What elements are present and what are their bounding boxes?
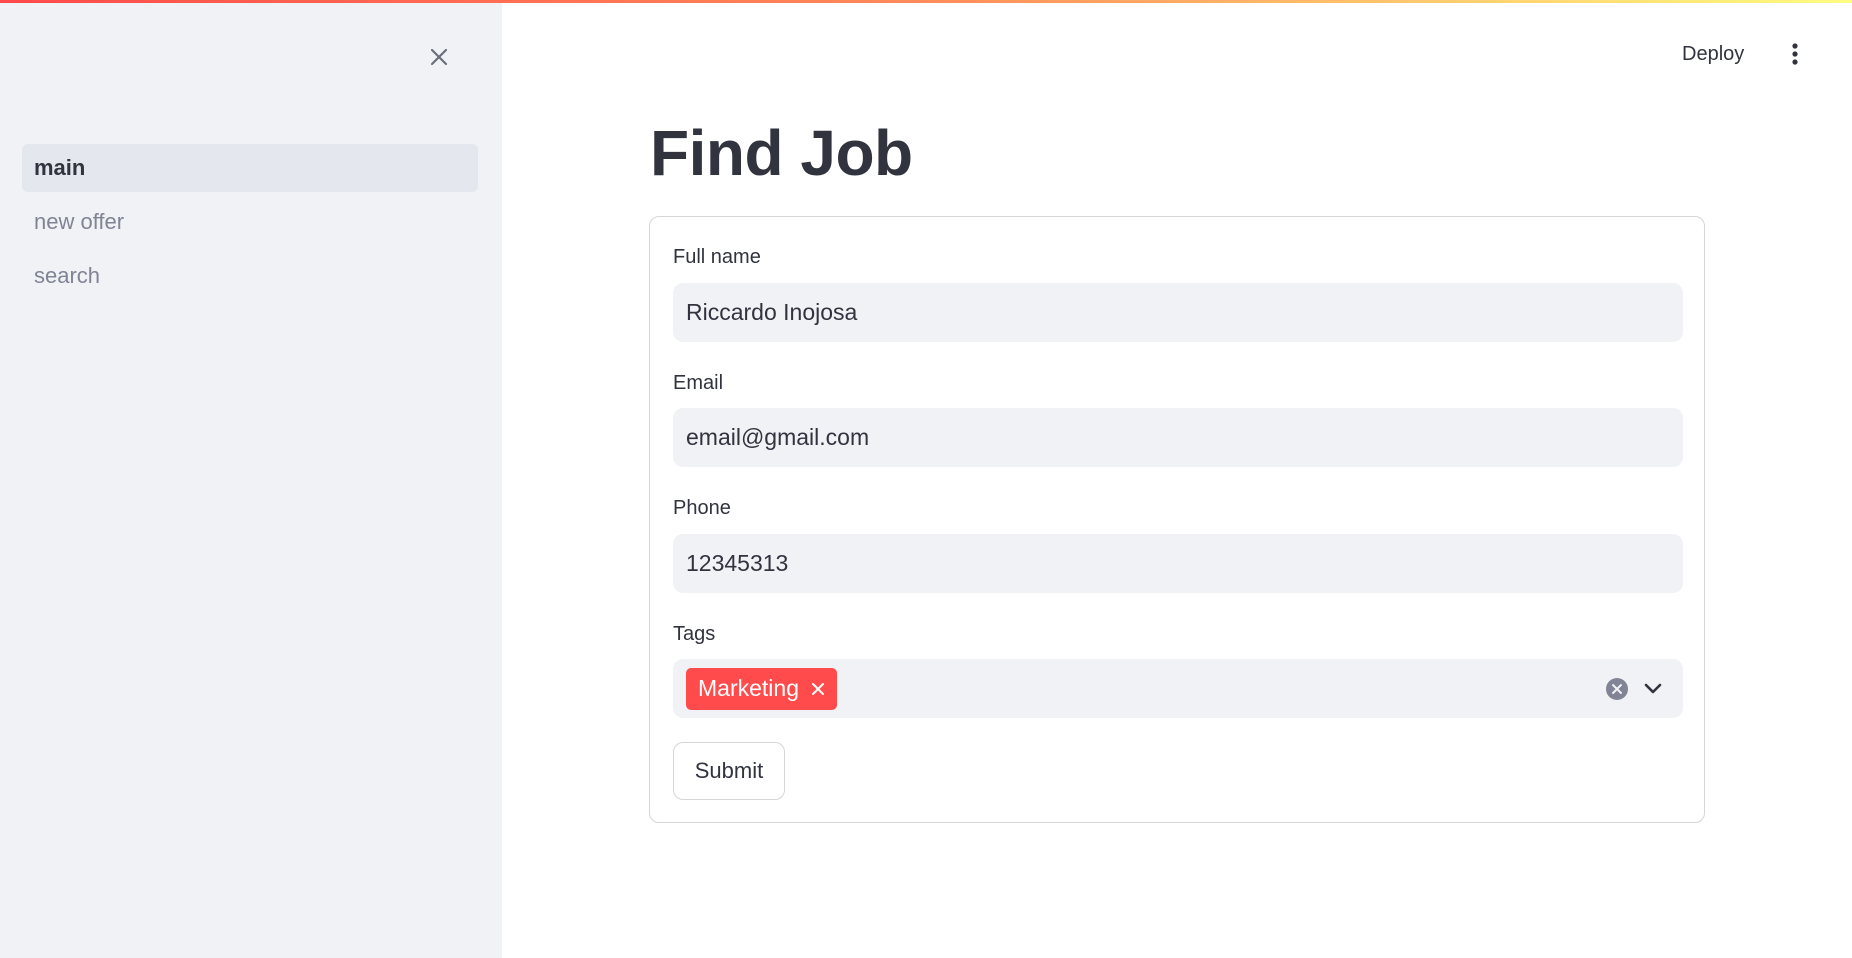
tags-label: Tags [673, 623, 716, 645]
page-title: Find Job [650, 117, 913, 189]
more-vertical-icon [1792, 43, 1798, 65]
full-name-label: Full name [673, 246, 761, 268]
full-name-input[interactable]: Riccardo Inojosa [673, 283, 1683, 342]
tag-chip-marketing: Marketing [686, 667, 837, 710]
email-input[interactable]: email@gmail.com [673, 408, 1683, 467]
sidebar-item-main[interactable]: main [22, 144, 478, 192]
job-form: Full name Riccardo Inojosa Email email@g… [649, 216, 1705, 823]
tags-dropdown-toggle[interactable] [1641, 677, 1665, 701]
phone-input[interactable]: 12345313 [673, 534, 1683, 593]
tags-multiselect[interactable]: Marketing [673, 659, 1683, 718]
top-decoration-stripe [0, 0, 1852, 3]
phone-label: Phone [673, 497, 731, 519]
close-icon [430, 48, 448, 66]
clear-tags-button[interactable] [1605, 677, 1629, 701]
remove-tag-button[interactable] [811, 682, 825, 696]
main-menu-button[interactable] [1782, 38, 1808, 70]
sidebar-item-new-offer[interactable]: new offer [22, 198, 478, 246]
deploy-button[interactable]: Deploy [1682, 38, 1744, 70]
sidebar: main new offer search [0, 0, 502, 958]
sidebar-nav: main new offer search [22, 144, 478, 306]
clear-circle-icon [1606, 678, 1628, 700]
chevron-down-icon [1644, 683, 1662, 694]
close-icon [811, 682, 824, 695]
tag-chip-label: Marketing [698, 675, 799, 701]
email-label: Email [673, 372, 724, 394]
submit-button[interactable]: Submit [673, 742, 785, 800]
sidebar-item-search[interactable]: search [22, 252, 478, 300]
close-sidebar-button[interactable] [424, 42, 454, 72]
